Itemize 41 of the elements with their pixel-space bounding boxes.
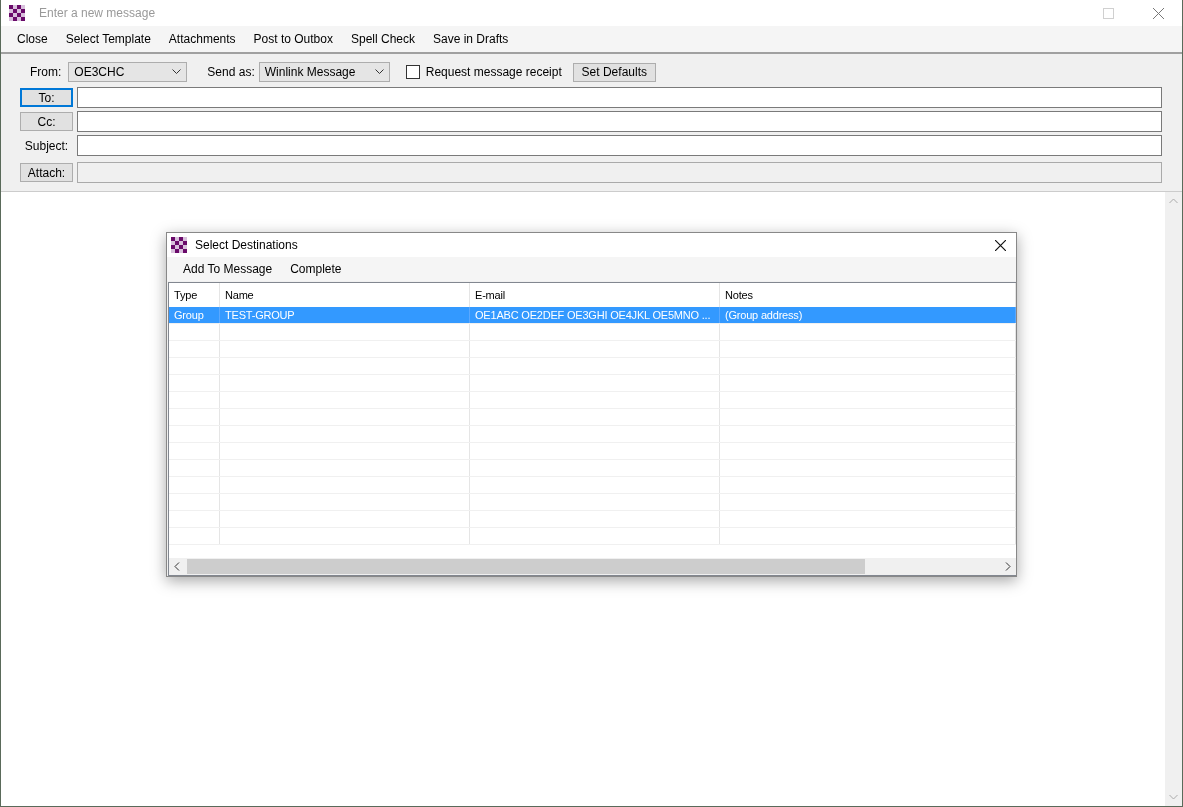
field-button[interactable]: Cc: bbox=[20, 112, 73, 131]
chevron-down-icon bbox=[374, 69, 384, 75]
menu-item[interactable]: Select Template bbox=[56, 32, 160, 46]
scrollbar-thumb[interactable] bbox=[187, 559, 865, 574]
menu-item[interactable]: Post to Outbox bbox=[244, 32, 342, 46]
menu-item[interactable]: Add To Message bbox=[174, 262, 282, 276]
menu-item[interactable]: Spell Check bbox=[341, 32, 424, 46]
scroll-left-icon[interactable] bbox=[174, 562, 180, 571]
menu-item[interactable]: Save in Drafts bbox=[424, 32, 518, 46]
receipt-checkbox[interactable] bbox=[405, 65, 420, 79]
window-title: Enter a new message bbox=[39, 6, 157, 20]
set-defaults-button[interactable]: Set Defaults bbox=[572, 62, 656, 82]
field-button[interactable]: To: bbox=[20, 88, 73, 107]
menu-item[interactable]: Close bbox=[8, 32, 57, 46]
text-field[interactable] bbox=[77, 111, 1162, 132]
maximize-icon[interactable] bbox=[1103, 7, 1114, 19]
vertical-scrollbar[interactable] bbox=[1165, 192, 1182, 806]
send-as-dropdown[interactable]: Winlink Message bbox=[258, 62, 390, 82]
scroll-down-icon[interactable] bbox=[1169, 794, 1178, 800]
subject-label: Subject: bbox=[24, 138, 69, 153]
scroll-up-icon[interactable] bbox=[1169, 198, 1178, 204]
field-button[interactable]: Attach: bbox=[20, 163, 73, 182]
chevron-down-icon bbox=[172, 69, 182, 75]
table-cell: OE1ABC OE2DEF OE3GHI OE4JKL OE5MNO ... bbox=[470, 307, 720, 323]
close-icon[interactable] bbox=[995, 239, 1006, 251]
menu-item[interactable]: Complete bbox=[281, 262, 351, 276]
receipt-label: Request message receipt bbox=[425, 65, 562, 79]
table-cell: (Group address) bbox=[720, 307, 1016, 323]
checkered-app-icon bbox=[9, 5, 25, 21]
menu-item[interactable]: Attachments bbox=[159, 32, 245, 46]
checkered-app-icon bbox=[171, 237, 187, 253]
table-cell: TEST-GROUP bbox=[220, 307, 470, 323]
text-field[interactable] bbox=[77, 135, 1162, 156]
dialog-title: Select Destinations bbox=[195, 238, 299, 252]
text-field[interactable] bbox=[77, 87, 1162, 108]
horizontal-scrollbar[interactable] bbox=[169, 558, 1016, 575]
from-dropdown[interactable]: OE3CHC bbox=[68, 62, 188, 82]
from-label: From: bbox=[30, 65, 62, 79]
scroll-right-icon[interactable] bbox=[1005, 562, 1011, 571]
table-cell: Group bbox=[169, 307, 220, 323]
send-as-label: Send as: bbox=[207, 65, 255, 79]
